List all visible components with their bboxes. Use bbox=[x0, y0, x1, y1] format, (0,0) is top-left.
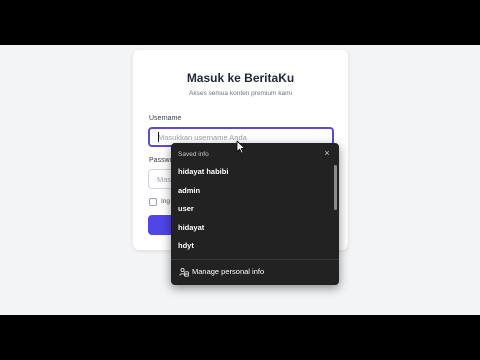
autofill-popup: Saved info × hidayat habibi admin user h… bbox=[171, 143, 339, 285]
letterbox-bottom bbox=[0, 315, 480, 360]
autofill-header: Saved info bbox=[178, 151, 209, 158]
autofill-list: hidayat habibi admin user hidayat hdyt bbox=[171, 163, 331, 256]
manage-personal-info-label: Manage personal info bbox=[192, 267, 265, 276]
autofill-item[interactable]: hidayat bbox=[171, 219, 331, 238]
text-caret bbox=[158, 132, 159, 142]
autofill-scrollbar[interactable] bbox=[334, 165, 337, 210]
page-title: Masuk ke BeritaKu bbox=[186, 71, 295, 85]
remember-label: Ing bbox=[161, 198, 171, 205]
autofill-item[interactable]: user bbox=[171, 200, 331, 219]
autofill-item[interactable]: hidayat habibi bbox=[171, 163, 331, 182]
browser-viewport: Masuk ke BeritaKu Akses semua konten pre… bbox=[0, 45, 480, 315]
person-card-icon bbox=[179, 267, 189, 277]
letterbox-top bbox=[0, 0, 480, 45]
manage-personal-info-button[interactable]: Manage personal info bbox=[171, 264, 339, 280]
remember-checkbox[interactable] bbox=[149, 198, 157, 206]
page-subtitle: Akses semua konten premium kami bbox=[189, 90, 292, 97]
mouse-pointer-icon bbox=[236, 140, 246, 154]
username-label: Username bbox=[149, 115, 182, 122]
autofill-divider bbox=[171, 259, 339, 260]
autofill-item[interactable]: admin bbox=[171, 182, 331, 201]
password-label: Passwo bbox=[149, 157, 174, 164]
close-icon[interactable]: × bbox=[322, 148, 332, 158]
autofill-item[interactable]: hdyt bbox=[171, 237, 331, 256]
